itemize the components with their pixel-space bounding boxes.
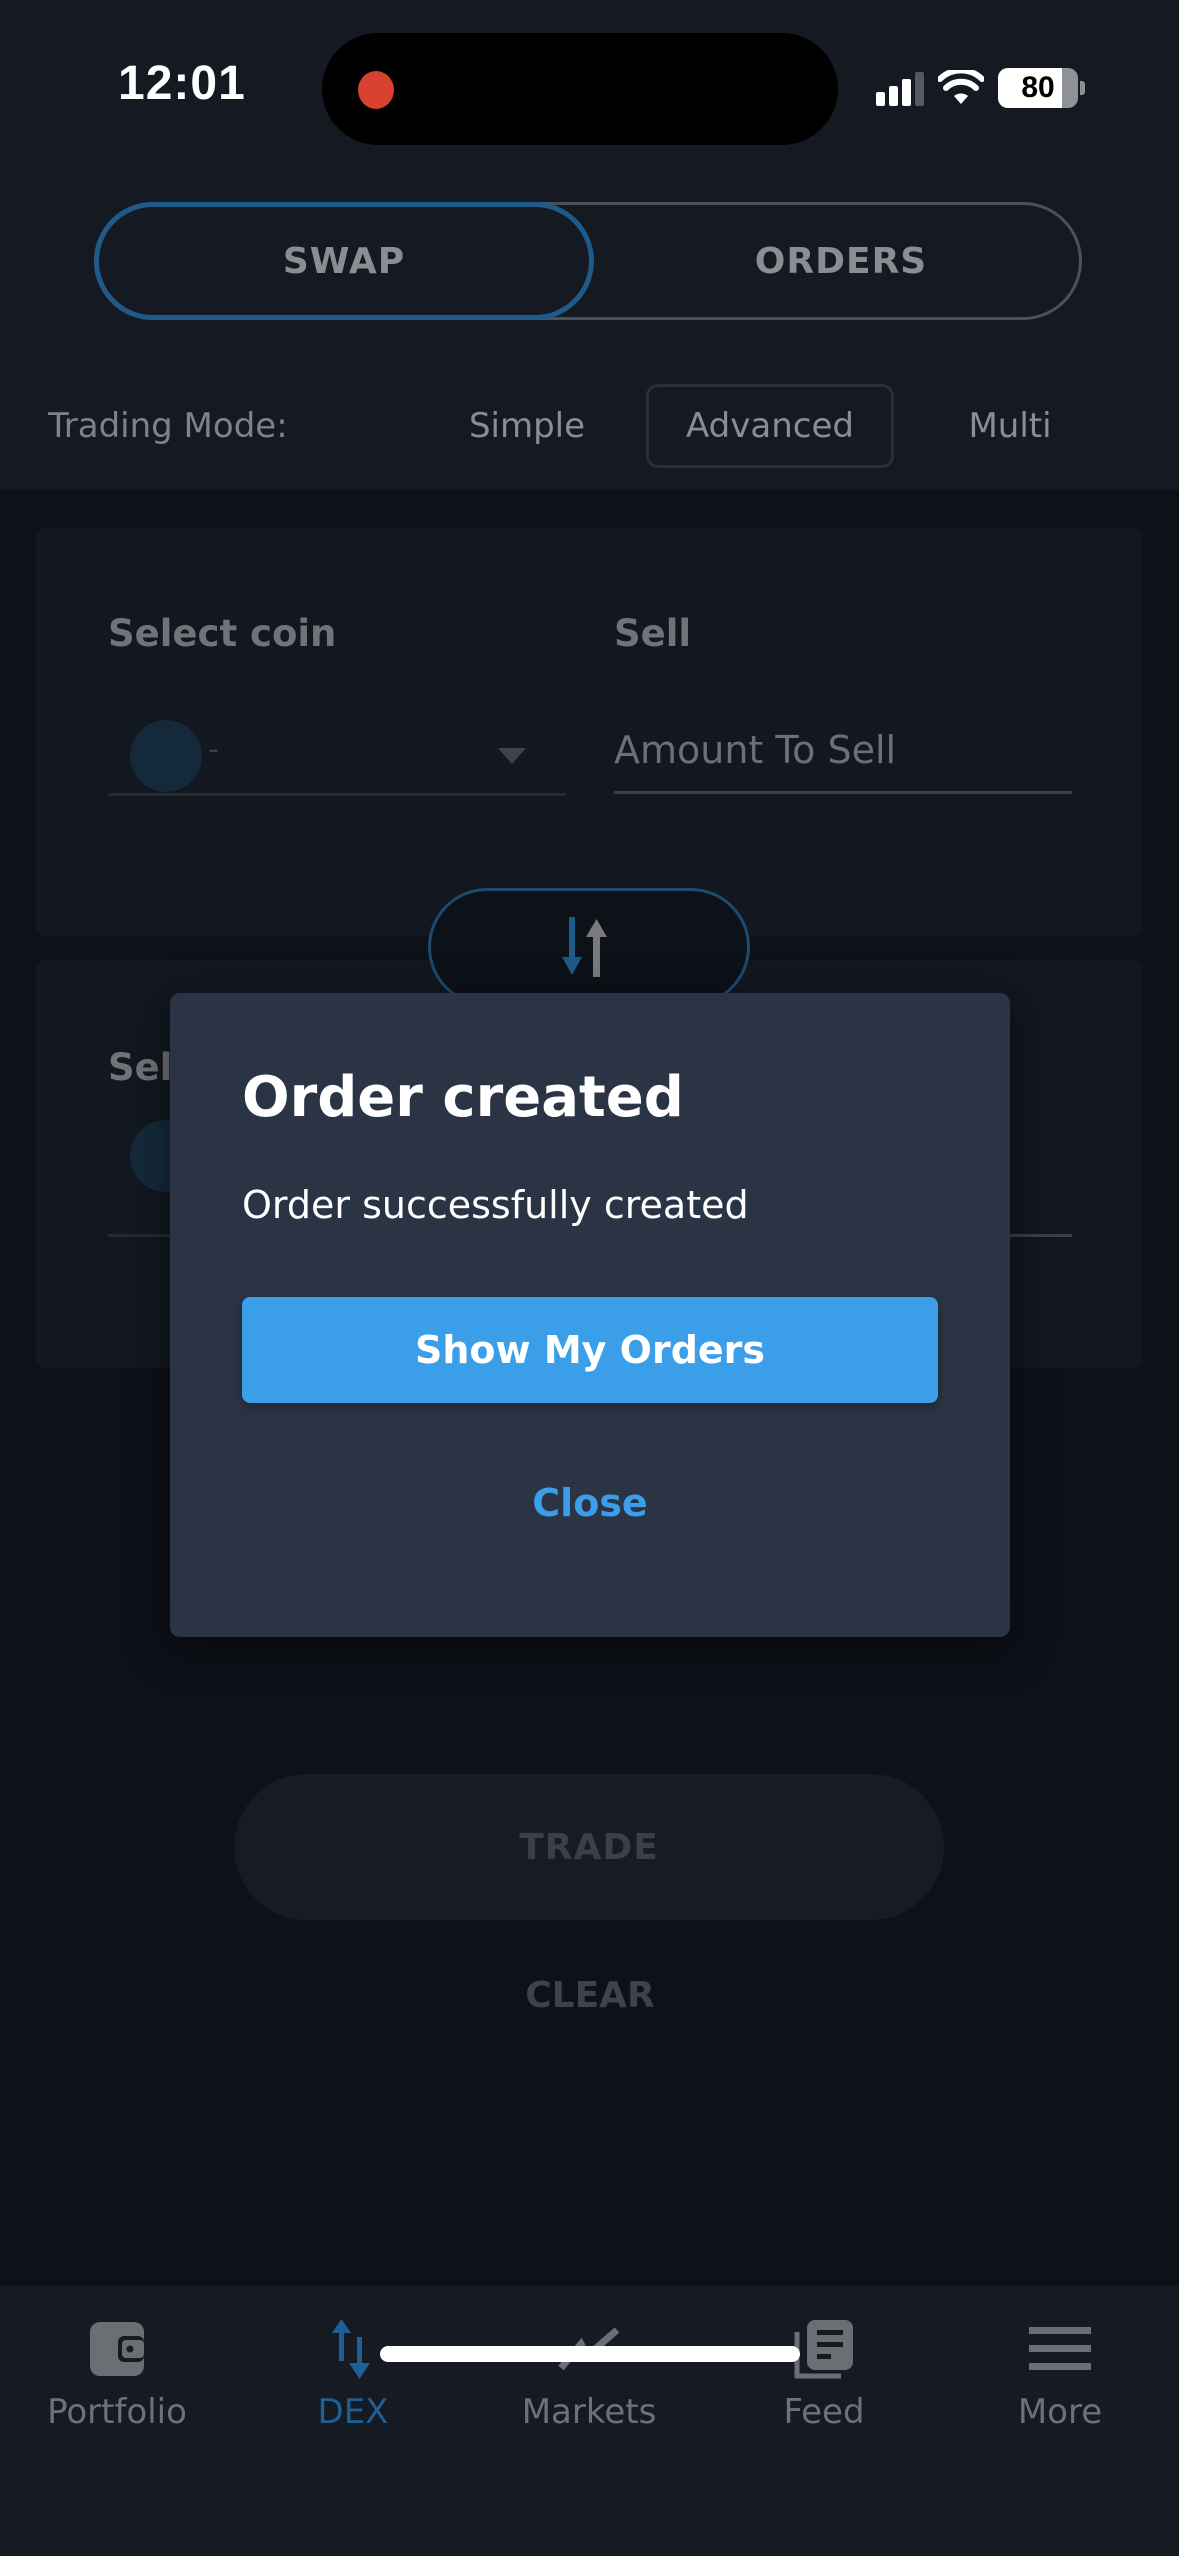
clock: 12:01 [118,57,246,110]
swap-arrows-icon [320,2316,386,2382]
nav-label: Feed [783,2392,865,2432]
wifi-icon [938,70,984,104]
battery-icon: 80 [998,68,1078,108]
sell-panel: Select coin Sell - [36,528,1142,936]
menu-icon [1027,2316,1093,2382]
battery-level: 80 [1021,71,1055,104]
mode-advanced[interactable]: Advanced [646,384,894,468]
trade-button[interactable]: TRADE [234,1774,944,1920]
news-feed-icon [791,2316,857,2382]
order-created-dialog: Order created Order successfully created… [170,993,1010,1637]
sell-label: Sell [614,612,692,655]
dex-header: SWAP ORDERS Trading Mode: Simple Advance… [0,180,1179,490]
swap-direction-button[interactable] [428,888,750,1006]
wallet-icon [84,2316,150,2382]
swap-arrows-icon [562,917,607,977]
nav-label: Markets [521,2392,657,2432]
battery-tip [1080,81,1085,95]
nav-label: DEX [317,2392,389,2432]
trading-mode-label: Trading Mode: [48,406,288,446]
close-button[interactable]: Close [490,1463,690,1543]
home-indicator[interactable] [380,2346,800,2362]
sell-coin-dropdown[interactable]: - [108,690,566,796]
dialog-title: Order created [242,1065,684,1130]
tab-switcher: SWAP ORDERS [94,202,1082,320]
tab-orders[interactable]: ORDERS [597,202,1085,320]
dynamic-island [322,33,838,145]
nav-label: More [1017,2392,1103,2432]
trading-mode-row: Trading Mode: Simple Advanced Multi [0,370,1179,480]
buy-select-coin-label: Sel [108,1046,173,1089]
nav-feed[interactable]: Feed [724,2316,924,2446]
nav-more[interactable]: More [960,2316,1160,2446]
status-bar: 12:01 80 [0,0,1179,180]
sell-amount-input[interactable] [614,690,1072,794]
mode-simple[interactable]: Simple [452,384,602,468]
recording-indicator-icon [358,71,394,109]
show-my-orders-button[interactable]: Show My Orders [242,1297,938,1403]
nav-portfolio[interactable]: Portfolio [17,2316,217,2446]
nav-dex[interactable]: DEX [253,2316,453,2446]
select-coin-label: Select coin [108,612,337,655]
clear-button[interactable]: CLEAR [440,1960,740,2030]
mode-multi[interactable]: Multi [940,384,1080,468]
bottom-nav: Portfolio DEX Markets Feed More [0,2286,1179,2556]
chevron-down-icon [498,748,526,764]
coin-placeholder-icon [130,720,202,792]
tab-swap[interactable]: SWAP [94,202,594,320]
nav-label: Portfolio [47,2392,187,2432]
cellular-signal-icon [876,70,924,106]
dialog-message: Order successfully created [242,1183,749,1227]
coin-value: - [208,732,219,767]
nav-markets[interactable]: Markets [489,2316,689,2446]
status-icons: 80 [876,66,1085,110]
